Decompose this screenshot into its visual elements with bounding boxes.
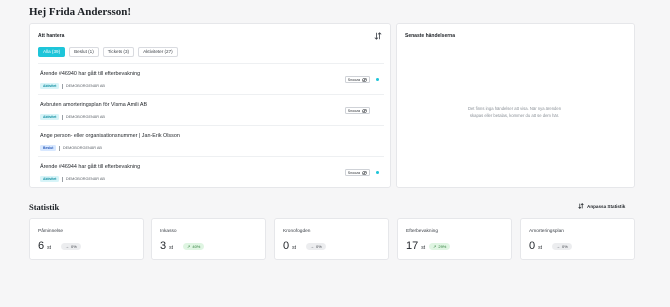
stat-number: 3 — [160, 240, 167, 252]
stat-unit: st — [421, 245, 426, 251]
trend-value: 0% — [316, 244, 322, 249]
trend-up-icon: ↗ — [187, 244, 191, 249]
trend-badge: ↗ 40% — [183, 243, 205, 250]
task-title: Ärende #46944 har gått till efterbevakni… — [40, 164, 141, 170]
divider — [59, 145, 60, 151]
todo-title: Att hantera — [38, 33, 65, 39]
task-meta: Aktivitet DEMOBORGENÄR AB — [40, 114, 105, 120]
customize-statistics-label: Anpassa Statistik — [587, 203, 626, 209]
snooze-label: Snooza — [347, 170, 360, 175]
stat-unit: st — [538, 245, 543, 251]
company-name: DEMOBORGENÄR AB — [65, 177, 105, 181]
customize-statistics-button[interactable]: Anpassa Statistik — [578, 203, 625, 209]
stat-label: Kronofogden — [283, 229, 311, 234]
task-item[interactable]: Avbruten amorteringsplan för Visma Amili… — [38, 94, 384, 124]
stat-value: 17 st — [406, 240, 425, 252]
unread-indicator — [376, 78, 379, 81]
stat-card-reminder: Påminnelse 6 st → 0% — [29, 218, 144, 260]
trend-value: 29% — [438, 244, 447, 249]
todo-card: Att hantera Alla (39) Beslut (1) Tickets… — [29, 23, 391, 188]
trend-value: 0% — [71, 244, 77, 249]
stat-value: 0 st — [283, 240, 296, 252]
task-title: Avbruten amorteringsplan för Visma Amili… — [40, 102, 148, 108]
snooze-button[interactable]: Snooza — [344, 76, 370, 83]
sort-icon — [578, 203, 584, 209]
stat-label: Påminnelse — [38, 229, 64, 234]
snooze-button[interactable]: Snooza — [344, 107, 370, 114]
stat-unit: st — [292, 245, 297, 251]
stat-label: Efterbevakning — [406, 229, 438, 234]
tab-activities[interactable]: Aktiviteter (27) — [138, 47, 178, 57]
task-title: Ange person- eller organisationsnummer |… — [40, 133, 180, 139]
divider — [62, 114, 63, 120]
stat-number: 6 — [38, 240, 45, 252]
eye-off-icon — [362, 77, 367, 82]
task-meta: Aktivitet DEMOBORGENÄR AB — [40, 176, 105, 182]
stat-number: 0 — [529, 240, 536, 252]
tab-all[interactable]: Alla (39) — [38, 47, 66, 57]
stat-unit: st — [169, 245, 174, 251]
eye-off-icon — [362, 108, 367, 113]
snooze-button[interactable]: Snooza — [344, 169, 370, 176]
trend-value: 0% — [562, 244, 568, 249]
stat-value: 0 st — [529, 240, 542, 252]
task-item[interactable]: Ärende #46940 har gått till efterbevakni… — [38, 63, 384, 93]
activity-badge: Aktivitet — [40, 114, 60, 120]
stat-unit: st — [47, 245, 52, 251]
arrow-right-icon: → — [556, 244, 560, 249]
task-meta: Aktivitet DEMOBORGENÄR AB — [40, 83, 105, 89]
stat-number: 0 — [283, 240, 290, 252]
activity-badge: Aktivitet — [40, 83, 60, 89]
snooze-label: Snooza — [347, 108, 360, 113]
page-greeting: Hej Frida Andersson! — [29, 6, 132, 18]
stat-card-collection: Inkasso 3 st ↗ 40% — [151, 218, 266, 260]
stat-card-surveillance: Efterbevakning 17 st ↗ 29% — [397, 218, 512, 260]
divider — [62, 176, 63, 182]
trend-badge: → 0% — [552, 243, 572, 250]
task-title: Ärende #46940 har gått till efterbevakni… — [40, 71, 141, 77]
tab-tickets[interactable]: Tickets (3) — [102, 47, 135, 57]
stat-card-enforcement: Kronofogden 0 st → 0% — [274, 218, 389, 260]
trend-up-icon: ↗ — [433, 244, 437, 249]
stat-card-installment: Amorteringsplan 0 st → 0% — [520, 218, 635, 260]
trend-badge: → 0% — [61, 243, 81, 250]
task-item[interactable]: Ärende #46944 har gått till efterbevakni… — [38, 156, 384, 186]
activity-badge: Aktivitet — [40, 176, 60, 182]
company-name: DEMOBORGENÄR AB — [65, 84, 105, 88]
snooze-label: Snooza — [347, 77, 360, 82]
trend-badge: → 0% — [306, 243, 326, 250]
divider — [62, 83, 63, 89]
sort-icon[interactable] — [374, 32, 382, 40]
task-meta: Beslut DEMOBORGENÄR AB — [40, 145, 102, 151]
arrow-right-icon: → — [310, 244, 314, 249]
stat-value: 3 st — [160, 240, 173, 252]
events-title: Senaste händelserna — [405, 33, 456, 39]
statistics-title: Statistik — [29, 202, 60, 212]
stat-label: Amorteringsplan — [529, 229, 564, 234]
company-name: DEMOBORGENÄR AB — [65, 115, 105, 119]
stat-value: 6 st — [38, 240, 51, 252]
task-item[interactable]: Ange person- eller organisationsnummer |… — [38, 125, 384, 155]
tab-decisions[interactable]: Beslut (1) — [69, 47, 99, 57]
arrow-right-icon: → — [65, 244, 69, 249]
unread-indicator — [376, 171, 379, 174]
stat-label: Inkasso — [160, 229, 177, 234]
empty-state-text: Det finns inga händelser att visa. När n… — [467, 106, 562, 118]
stat-number: 17 — [406, 240, 419, 252]
filter-tabs: Alla (39) Beslut (1) Tickets (3) Aktivit… — [38, 47, 178, 57]
eye-off-icon — [362, 170, 367, 175]
trend-badge: ↗ 29% — [429, 243, 451, 250]
company-name: DEMOBORGENÄR AB — [62, 146, 102, 150]
trend-value: 40% — [192, 244, 201, 249]
decision-badge: Beslut — [40, 145, 57, 151]
events-card: Senaste händelserna Det finns inga hände… — [396, 23, 635, 188]
